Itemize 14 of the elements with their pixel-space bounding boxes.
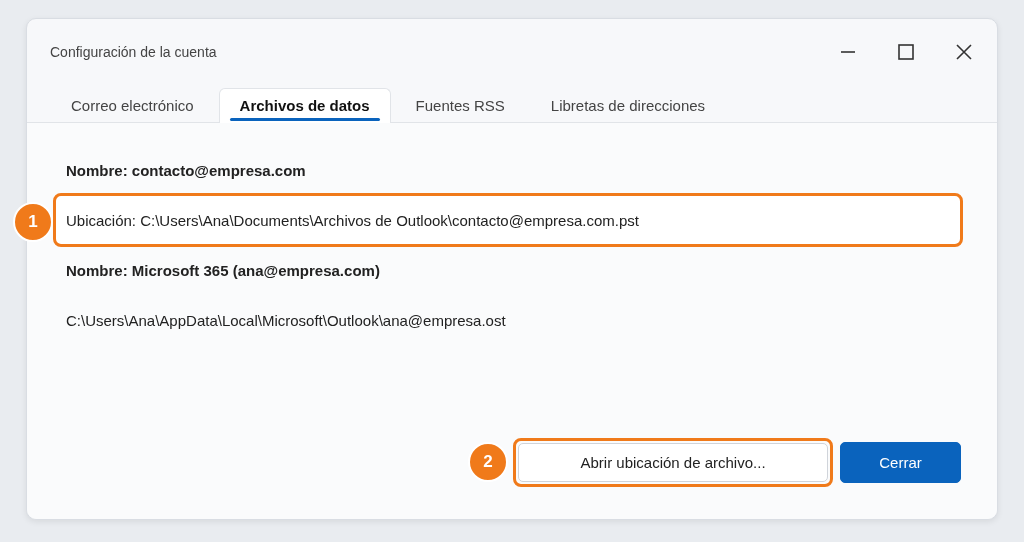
account-name: Nombre: Microsoft 365 (ana@empresa.com) [66, 261, 380, 279]
close-button[interactable]: Cerrar [840, 442, 961, 483]
tab[interactable]: Archivos de datos [218, 88, 391, 123]
file-path: Ubicación: C:\Users\Ana\Documents\Archivos de Outlook\contacto@empresa.com.pst [66, 211, 639, 229]
account-name: Nombre: contacto@empresa.com [66, 161, 306, 179]
step-badge: 2 [468, 442, 508, 482]
tab[interactable]: Correo electrónico [50, 88, 215, 123]
window-title: Configuración de la cuenta [50, 44, 217, 60]
maximize-icon[interactable] [895, 41, 917, 63]
file-path: C:\Users\Ana\AppData\Local\Microsoft\Outlook\ana@empresa.ost [66, 311, 506, 329]
tab[interactable]: Fuentes RSS [394, 88, 526, 123]
tab[interactable]: Libretas de direcciones [529, 88, 727, 123]
open-location-button[interactable]: Abrir ubicación de archivo... [518, 443, 828, 482]
step-badge: 1 [13, 202, 53, 242]
